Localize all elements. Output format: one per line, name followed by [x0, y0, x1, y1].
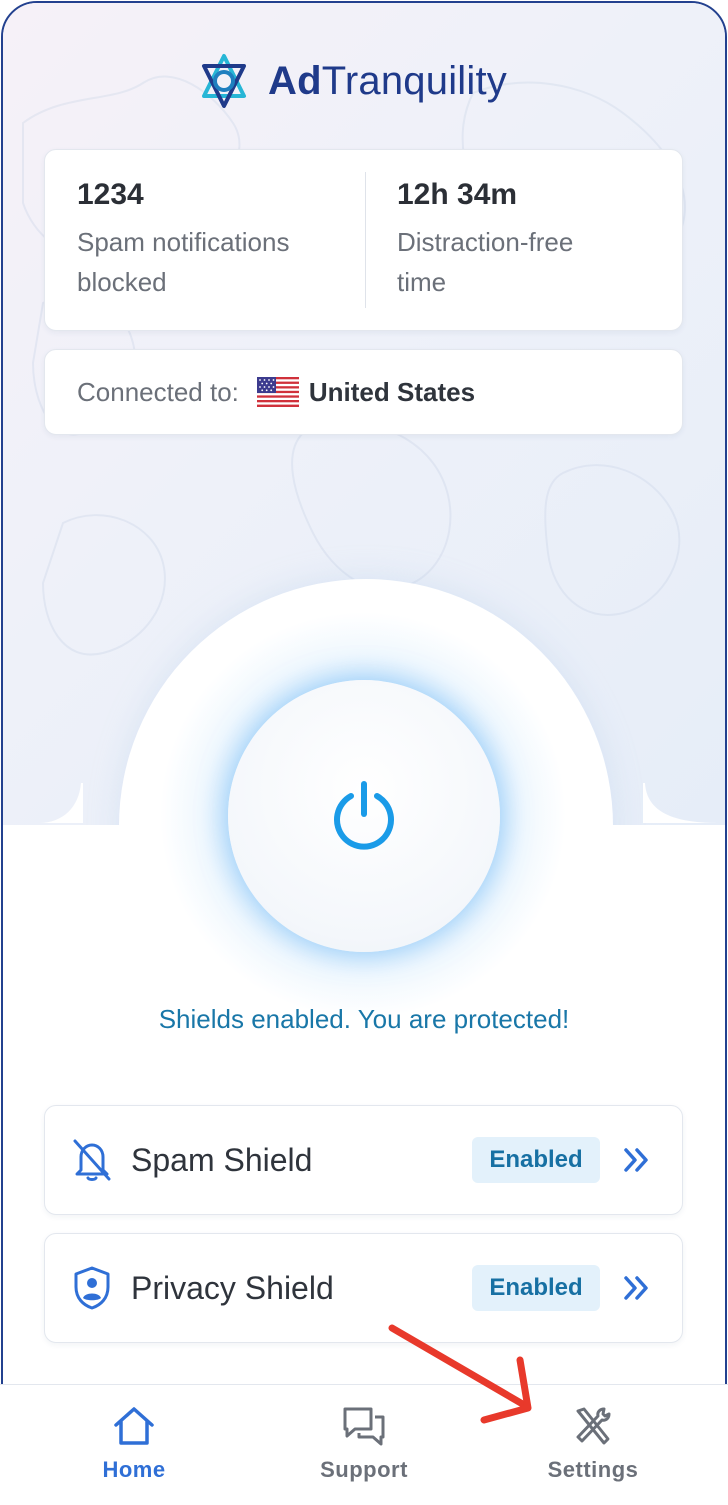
tab-label: Settings — [547, 1457, 639, 1482]
tab-home[interactable]: Home — [54, 1405, 214, 1495]
stat-label: Spam notifications blocked — [77, 227, 290, 297]
stat-spam-blocked: 1234 Spam notifications blocked — [77, 178, 289, 302]
app-logo: AdTranquility — [192, 52, 507, 110]
protection-status-text: Shields enabled. You are protected! — [158, 1004, 570, 1034]
bottom-tab-bar: Home Support Settings — [0, 1384, 728, 1505]
connected-country: United States — [308, 376, 476, 407]
privacy-shield-row[interactable]: Privacy Shield Enabled — [44, 1233, 683, 1343]
dome-corner-right — [643, 783, 723, 823]
stat-label: Distraction-free time — [397, 227, 574, 297]
home-icon — [114, 1407, 154, 1445]
connection-label: Connected to: — [77, 376, 239, 407]
stat-distraction-free: 12h 34m Distraction-free time — [397, 178, 573, 302]
stat-divider — [365, 172, 366, 308]
dome-corner-left — [3, 783, 83, 823]
us-flag-icon — [256, 377, 299, 407]
tab-label: Support — [320, 1457, 408, 1482]
chevron-double-right-icon[interactable] — [622, 1273, 652, 1303]
spam-shield-row[interactable]: Spam Shield Enabled — [44, 1105, 683, 1215]
power-button[interactable] — [228, 680, 500, 952]
status-badge: Enabled — [472, 1137, 600, 1183]
power-icon — [334, 781, 394, 850]
status-badge: Enabled — [472, 1265, 600, 1311]
shield-name: Privacy Shield — [131, 1269, 334, 1306]
logo-icon — [202, 54, 246, 108]
tools-icon — [576, 1407, 611, 1445]
stats-card: 1234 Spam notifications blocked 12h 34m D… — [44, 149, 683, 331]
bell-off-icon — [71, 1136, 113, 1184]
tab-label: Home — [102, 1457, 166, 1482]
stat-value: 1234 — [77, 178, 144, 211]
stat-value: 12h 34m — [397, 178, 518, 211]
shield-user-icon — [71, 1264, 113, 1312]
annotation-arrow-icon — [388, 1324, 532, 1424]
chevron-double-right-icon[interactable] — [622, 1145, 652, 1175]
connection-card[interactable]: Connected to: United States — [44, 349, 683, 435]
chat-icon — [343, 1407, 385, 1446]
brand-name: AdTranquility — [268, 58, 507, 103]
shield-name: Spam Shield — [131, 1141, 313, 1178]
